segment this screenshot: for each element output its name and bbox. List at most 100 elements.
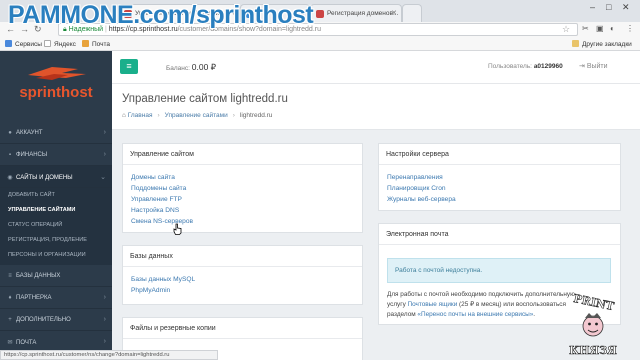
panel-title: Настройки сервера xyxy=(386,151,449,158)
balance-value: 0.00 ₽ xyxy=(191,62,217,72)
sidebar-item-account[interactable]: ● Аккаунт › xyxy=(0,122,112,144)
breadcrumb-home[interactable]: Главная xyxy=(128,112,153,119)
sidebar-item-label: Почта xyxy=(16,340,37,346)
mail-icon xyxy=(82,40,89,47)
panel-databases: Базы данных Базы данных MySQL PhpMyAdmin xyxy=(122,245,363,305)
chevron-right-icon: › xyxy=(103,316,106,323)
sidebar-subitem-registration[interactable]: Регистрация, продление xyxy=(0,233,112,248)
sprinthost-logo[interactable]: sprinthost xyxy=(8,61,104,111)
subitem-label: Добавить сайт xyxy=(8,192,55,198)
favicon-icon xyxy=(316,10,324,18)
bookmark-mail[interactable]: Почта xyxy=(82,40,110,48)
mail-icon: ✉ xyxy=(7,340,13,346)
page-title: Управление сайтом lightredd.ru xyxy=(122,93,288,105)
chevron-right-icon: › xyxy=(103,151,106,158)
extension-icon[interactable]: ✂ xyxy=(582,24,589,33)
sidebar: sprinthost ● Аккаунт › ▪ Финансы › ◉ Сайты и … xyxy=(0,51,112,360)
link-ns-servers[interactable]: Смена NS-серверов xyxy=(131,218,193,225)
logout-button[interactable]: ⇥ Выйти xyxy=(579,62,608,70)
sidebar-item-sites[interactable]: ◉ Сайты и домены ⌄ xyxy=(0,166,112,188)
page-icon xyxy=(44,40,51,47)
link-ftp[interactable]: Управление FTP xyxy=(131,196,182,203)
extension-icon[interactable]: ◐ xyxy=(610,24,615,33)
breadcrumb-manage-sites[interactable]: Управление сайтами xyxy=(165,112,228,119)
text-fragment: разделом xyxy=(387,311,418,318)
finance-icon: ▪ xyxy=(8,152,12,158)
browser-status-url: https://cp.sprinthost.ru/customer/ns/cha… xyxy=(0,350,218,360)
new-tab-button[interactable] xyxy=(402,4,422,22)
bookmarks-bar: Сервисы Яндекс Почта Другие закладки xyxy=(0,37,640,51)
menu-dots-icon[interactable]: ⋮ xyxy=(626,24,634,33)
link-phpmyadmin[interactable]: PhpMyAdmin xyxy=(131,287,170,294)
user-icon: ● xyxy=(8,130,12,136)
menu-toggle-button[interactable]: ≡ xyxy=(120,59,138,74)
panel-title: Управление сайтом xyxy=(130,151,194,158)
breadcrumb: ⌂ Главная › Управление сайтами › lightredd.r… xyxy=(122,112,272,119)
user-info: Пользователь: a0129960 xyxy=(488,63,563,70)
hand-cursor-icon xyxy=(173,223,182,235)
other-bookmarks-label: Другие закладки xyxy=(582,41,632,48)
page-header: Управление сайтом lightredd.ru ⌂ Главная… xyxy=(112,84,640,130)
sidebar-subitem-manage-sites[interactable]: Управление сайтами xyxy=(0,203,112,218)
sidebar-item-label: Финансы xyxy=(16,152,48,158)
mascot-top-text: PRINT xyxy=(572,292,615,313)
logout-label: Выйти xyxy=(586,63,608,70)
link-mail-transfer[interactable]: «Перенос почты на внешние сервисы» xyxy=(417,311,533,318)
bookmark-label: Почта xyxy=(92,41,111,48)
balance: Баланс: 0.00 ₽ xyxy=(166,62,216,73)
sidebar-subitem-operation-status[interactable]: Статус операций xyxy=(0,218,112,233)
panel-divider xyxy=(123,266,362,267)
link-webserver-logs[interactable]: Журналы веб-сервера xyxy=(387,196,456,203)
maximize-icon[interactable]: □ xyxy=(606,2,611,12)
bookmark-star-icon[interactable]: ☆ xyxy=(562,24,570,35)
text-fragment: услугу xyxy=(387,301,408,308)
panel-title: Базы данных xyxy=(130,253,173,260)
browser-tab[interactable]: Регистрация доменов... ✕ xyxy=(310,4,402,22)
chevron-right-icon: › xyxy=(103,338,106,345)
globe-icon: ◉ xyxy=(7,175,13,181)
subitem-label: Статус операций xyxy=(8,222,63,228)
subitem-label: Управление сайтами xyxy=(8,207,76,213)
panel-site-management: Управление сайтом Домены сайта Поддомены… xyxy=(122,143,363,233)
minimize-icon[interactable]: – xyxy=(590,2,595,12)
sidebar-item-partner[interactable]: ♦ Партнерка › xyxy=(0,287,112,309)
plus-icon: + xyxy=(8,317,12,323)
user-label: Пользователь: xyxy=(488,63,532,70)
link-cron[interactable]: Планировщик Cron xyxy=(387,185,446,192)
link-redirects[interactable]: Перенаправления xyxy=(387,174,443,181)
panel-divider xyxy=(123,338,362,339)
breadcrumb-separator: › xyxy=(157,112,160,119)
link-dns[interactable]: Настройка DNS xyxy=(131,207,179,214)
link-mysql[interactable]: Базы данных MySQL xyxy=(131,276,195,283)
other-bookmarks[interactable]: Другие закладки xyxy=(572,40,632,48)
subitem-label: Персоны и организации xyxy=(8,252,86,258)
mascot-stamp-logo: PRINT КНЯЗЯ xyxy=(569,292,618,358)
link-mailboxes[interactable]: Почтовые ящики xyxy=(408,301,458,308)
breadcrumb-current: lightredd.ru xyxy=(239,112,273,119)
database-icon: ≡ xyxy=(8,273,12,279)
bookmark-services[interactable]: Сервисы xyxy=(5,40,42,48)
link-site-domains[interactable]: Домены сайта xyxy=(131,174,175,181)
subitem-label: Регистрация, продление xyxy=(8,237,88,243)
bookmark-yandex[interactable]: Яндекс xyxy=(44,40,76,48)
sidebar-item-databases[interactable]: ≡ Базы данных xyxy=(0,265,112,287)
chevron-down-icon: ⌄ xyxy=(100,174,106,181)
breadcrumb-separator: › xyxy=(232,112,235,119)
logo-text: sprinthost xyxy=(19,84,92,101)
sidebar-item-finance[interactable]: ▪ Финансы › xyxy=(0,144,112,166)
bookmark-label: Яндекс xyxy=(54,41,76,48)
sidebar-item-additional[interactable]: + Дополнительно › xyxy=(0,309,112,331)
folder-icon xyxy=(572,40,579,47)
top-bar: ≡ Баланс: 0.00 ₽ Пользователь: a0129960 … xyxy=(112,51,640,84)
sidebar-subitem-persons[interactable]: Персоны и организации xyxy=(0,248,112,265)
close-tab-icon[interactable]: ✕ xyxy=(391,9,397,17)
extension-icon[interactable]: ▣ xyxy=(596,24,604,33)
bookmark-label: Сервисы xyxy=(15,41,42,48)
email-unavailable-alert: Работа с почтой недоступна. xyxy=(387,258,611,283)
chevron-right-icon: › xyxy=(103,129,106,136)
link-subdomains[interactable]: Поддомены сайта xyxy=(131,185,186,192)
panel-server-settings: Настройки сервера Перенаправления Планир… xyxy=(378,143,621,211)
sidebar-item-label: Сайты и домены xyxy=(16,175,73,181)
sidebar-subitem-add-site[interactable]: Добавить сайт xyxy=(0,188,112,203)
close-window-icon[interactable]: ✕ xyxy=(622,2,630,13)
